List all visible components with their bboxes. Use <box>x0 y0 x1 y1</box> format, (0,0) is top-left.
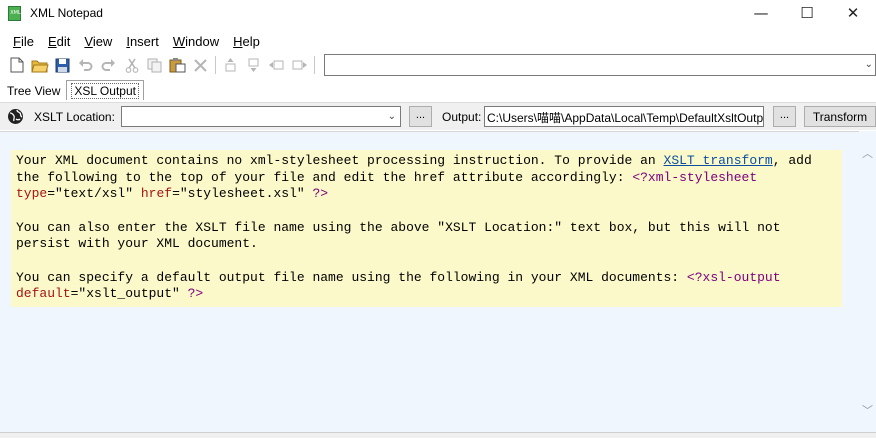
output-file-field[interactable]: C:\Users\喵喵\AppData\Local\Temp\DefaultXs… <box>484 106 764 127</box>
message-paragraph-2: You can also enter the XSLT file name us… <box>16 219 781 252</box>
menu-window-access-key: W <box>172 33 186 49</box>
menu-window[interactable]: Window <box>166 34 226 49</box>
window-controls: — ☐ ✕ <box>738 0 876 26</box>
menu-insert-label: nsert <box>129 33 159 49</box>
xsl-output-pane: Your XML document contains no xml-styles… <box>0 131 876 432</box>
attr-value: ="stylesheet.xsl" <box>172 186 305 201</box>
location-combo[interactable]: ⌄ <box>324 54 876 76</box>
attr-name: default <box>16 286 71 301</box>
xslt-location-label: XSLT Location: <box>34 110 115 124</box>
menu-edit[interactable]: Edit <box>41 34 77 49</box>
output-label: Output: <box>442 110 482 124</box>
toolbar: ⌄ <box>0 53 876 77</box>
pi-open: <?xsl-output <box>686 269 781 285</box>
menu-help-label: elp <box>242 33 260 49</box>
status-bar <box>0 432 876 438</box>
chevron-down-icon[interactable]: ⌄ <box>865 59 873 70</box>
menu-bar: File Edit View Insert Window Help <box>0 30 267 52</box>
nudge-up-icon[interactable] <box>219 54 242 76</box>
xml-notepad-app-icon <box>8 5 22 21</box>
message-text: You can specify a default output file na… <box>16 269 687 285</box>
attr-name: href <box>133 186 173 201</box>
menu-edit-label: dit <box>56 33 71 49</box>
minimize-button[interactable]: — <box>738 0 784 26</box>
cut-icon[interactable] <box>120 54 143 76</box>
attr-name: type <box>16 186 48 201</box>
undo-icon[interactable] <box>74 54 97 76</box>
browse-output-button[interactable]: ... <box>773 106 796 127</box>
menu-view-label: iew <box>92 33 113 49</box>
transform-button[interactable]: Transform <box>804 106 876 127</box>
open-folder-icon[interactable] <box>28 54 51 76</box>
message-paragraph-3: You can specify a default output file na… <box>16 270 837 303</box>
info-message-box: Your XML document contains no xml-styles… <box>11 150 842 307</box>
delete-icon[interactable] <box>189 54 212 76</box>
xslt-location-combo[interactable]: ⌄ <box>121 106 401 127</box>
save-icon[interactable] <box>51 54 74 76</box>
globe-icon <box>7 108 24 128</box>
menu-view[interactable]: View <box>77 34 119 49</box>
pi-close: ?> <box>179 286 204 301</box>
menu-edit-access-key: E <box>47 33 57 49</box>
attr-value: ="xslt_output" <box>70 286 180 301</box>
menu-file-label: ile <box>20 33 34 49</box>
window-title: XML Notepad <box>30 6 103 20</box>
scroll-up-icon[interactable]: ︿ <box>862 145 873 161</box>
vertical-scrollbar[interactable]: ︿ ﹀ <box>859 131 876 432</box>
message-text: Your XML document contains no xml-styles… <box>16 153 664 168</box>
menu-help-access-key: H <box>233 33 243 49</box>
toolbar-separator <box>314 56 315 74</box>
new-file-icon[interactable] <box>5 54 28 76</box>
pi-close: ?> <box>304 186 329 201</box>
xslt-toolbar: XSLT Location: ⌄ ... Output: C:\Users\喵喵… <box>0 102 876 130</box>
browse-xslt-button[interactable]: ... <box>409 106 432 127</box>
view-tabs: Tree View XSL Output <box>0 80 144 100</box>
tab-xsl-output[interactable]: XSL Output <box>66 80 144 100</box>
message-paragraph-1: Your XML document contains no xml-styles… <box>16 153 837 203</box>
nudge-left-icon[interactable] <box>265 54 288 76</box>
scroll-down-icon[interactable]: ﹀ <box>862 402 873 418</box>
toolbar-separator <box>215 56 216 74</box>
chevron-down-icon[interactable]: ⌄ <box>388 111 396 122</box>
menu-help[interactable]: Help <box>226 34 267 49</box>
menu-insert[interactable]: Insert <box>119 34 166 49</box>
attr-value: ="text/xsl" <box>47 186 134 201</box>
nudge-down-icon[interactable] <box>242 54 265 76</box>
tab-tree-view[interactable]: Tree View <box>3 81 64 100</box>
menu-view-access-key: V <box>84 33 93 49</box>
xslt-transform-link[interactable]: XSLT transform <box>664 153 773 168</box>
redo-icon[interactable] <box>97 54 120 76</box>
nudge-right-icon[interactable] <box>288 54 311 76</box>
tab-tree-view-label: Tree View <box>7 83 61 98</box>
paste-icon[interactable] <box>166 54 189 76</box>
close-button[interactable]: ✕ <box>830 0 876 26</box>
pi-open: <?xml-stylesheet <box>632 169 758 185</box>
copy-icon[interactable] <box>143 54 166 76</box>
maximize-button[interactable]: ☐ <box>784 0 830 26</box>
menu-file-access-key: F <box>13 33 21 49</box>
tab-xsl-output-label: XSL Output <box>71 82 139 99</box>
menu-window-label: indow <box>185 33 220 49</box>
menu-file[interactable]: File <box>6 34 41 49</box>
title-bar: XML Notepad — ☐ ✕ <box>0 0 876 26</box>
